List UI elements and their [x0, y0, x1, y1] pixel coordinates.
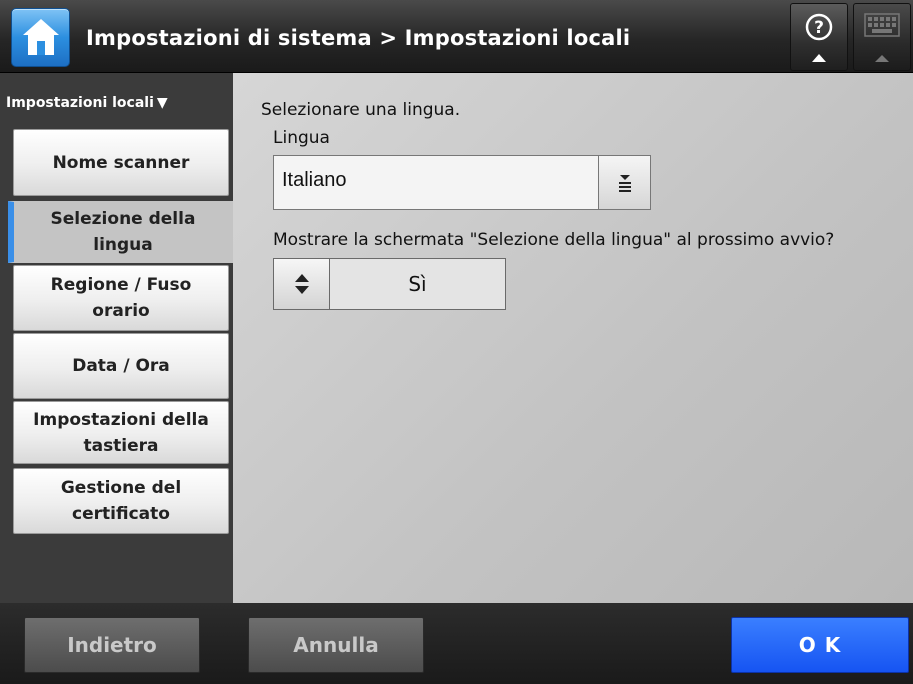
startup-question: Mostrare la schermata "Selezione della l…: [273, 230, 835, 250]
sidebar-item-label: Regione / Fuso orario: [50, 275, 192, 321]
help-button[interactable]: ?: [790, 3, 848, 71]
ok-button[interactable]: O K: [731, 617, 909, 673]
sidebar-item-regione-fuso-orario[interactable]: Regione / Fuso orario: [13, 265, 229, 331]
sidebar: Impostazioni locali ▼ Nome scanner Selezi…: [0, 73, 233, 603]
svg-text:?: ?: [814, 18, 824, 38]
back-button[interactable]: Indietro: [24, 617, 200, 673]
sidebar-item-impostazioni-tastiera[interactable]: Impostazioni della tastiera: [13, 401, 229, 464]
sidebar-item-label: Impostazioni della tastiera: [33, 409, 209, 456]
page-title: Impostazioni di sistema > Impostazioni l…: [86, 26, 631, 50]
sidebar-item-label: Data / Ora: [72, 356, 170, 376]
triangle-down-icon: ▼: [156, 95, 168, 111]
sidebar-item-gestione-certificato[interactable]: Gestione del certificato: [13, 468, 229, 534]
language-label: Lingua: [273, 128, 330, 148]
dropdown-list-icon[interactable]: [598, 156, 650, 209]
instruction-text: Selezionare una lingua.: [261, 100, 461, 120]
cancel-button[interactable]: Annulla: [248, 617, 424, 673]
home-button[interactable]: [11, 8, 70, 67]
home-icon: [23, 19, 59, 55]
sidebar-heading[interactable]: Impostazioni locali ▼: [6, 95, 168, 111]
keyboard-button[interactable]: [853, 3, 911, 71]
top-bar: Impostazioni di sistema > Impostazioni l…: [0, 0, 913, 73]
bottom-bar: Indietro Annulla O K: [0, 603, 913, 684]
sidebar-item-nome-scanner[interactable]: Nome scanner: [13, 129, 229, 196]
up-down-arrows-icon[interactable]: [274, 259, 330, 309]
sidebar-heading-label: Impostazioni locali: [6, 95, 154, 111]
sidebar-item-data-ora[interactable]: Data / Ora: [13, 333, 229, 399]
sidebar-item-selezione-lingua[interactable]: Selezione della lingua: [8, 201, 233, 263]
startup-toggle[interactable]: Sì: [273, 258, 506, 310]
help-icon: ?: [805, 13, 833, 62]
language-select-value: Italiano: [282, 169, 347, 191]
main-panel: Selezionare una lingua. Lingua Italiano …: [233, 73, 913, 603]
startup-toggle-value: Sì: [408, 272, 427, 296]
language-select[interactable]: Italiano: [273, 155, 651, 210]
sidebar-item-label: Gestione del certificato: [60, 478, 182, 524]
sidebar-item-label: Nome scanner: [52, 152, 190, 173]
sidebar-item-label: Selezione della lingua: [50, 209, 196, 255]
keyboard-icon: [864, 13, 900, 62]
